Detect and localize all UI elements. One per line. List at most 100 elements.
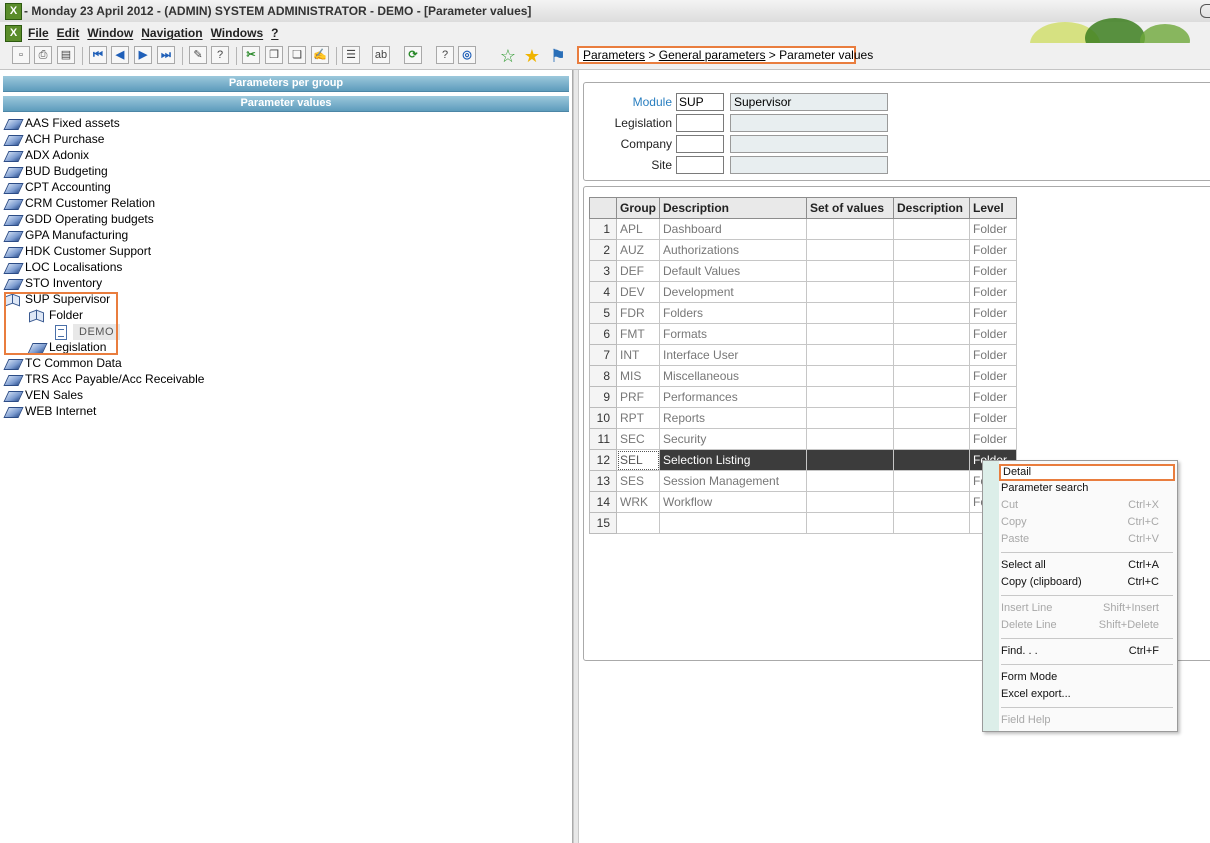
menu-app-icon[interactable]: X: [5, 25, 22, 42]
tree-item[interactable]: CPT Accounting: [3, 179, 111, 195]
cell-level[interactable]: Folder: [969, 386, 1017, 408]
table-row[interactable]: 10 RPT Reports Folder: [589, 407, 1017, 429]
tree-item[interactable]: AAS Fixed assets: [3, 115, 120, 131]
legislation-field[interactable]: [676, 114, 724, 132]
cell-group[interactable]: RPT: [616, 407, 660, 429]
cell-set[interactable]: [806, 281, 894, 303]
cell-set[interactable]: [806, 218, 894, 240]
cell-group[interactable]: FMT: [616, 323, 660, 345]
menu-item-form-mode[interactable]: Form Mode: [1001, 669, 1173, 686]
web-icon[interactable]: ◎: [458, 46, 476, 64]
tree-item[interactable]: GDD Operating budgets: [3, 211, 154, 227]
table-row[interactable]: 14 WRK Workflow Fo: [589, 491, 1017, 513]
table-row[interactable]: 12SELSelection ListingFolder: [589, 449, 1017, 471]
site-field[interactable]: [676, 156, 724, 174]
column-header-description[interactable]: Description: [659, 197, 807, 219]
paste-icon[interactable]: ❏: [288, 46, 306, 64]
signpost-icon[interactable]: ⚑: [548, 46, 568, 66]
cell-desc[interactable]: Interface User: [659, 344, 807, 366]
favorite-star-icon[interactable]: ★: [522, 46, 542, 66]
table-row[interactable]: 4 DEV Development Folder: [589, 281, 1017, 303]
cell-group[interactable]: DEV: [616, 281, 660, 303]
cell-desc[interactable]: Default Values: [659, 260, 807, 282]
table-row[interactable]: 1 APL Dashboard Folder: [589, 218, 1017, 240]
cell-desc[interactable]: Reports: [659, 407, 807, 429]
cell-set[interactable]: [806, 344, 894, 366]
module-field[interactable]: SUP: [676, 93, 724, 111]
cell-level[interactable]: Folder: [969, 323, 1017, 345]
ribbon-parameter-values[interactable]: Parameter values: [3, 96, 569, 112]
table-row[interactable]: 13 SES Session Management Fo: [589, 470, 1017, 492]
menu-file[interactable]: File: [28, 26, 49, 40]
tree-item[interactable]: CRM Customer Relation: [3, 195, 155, 211]
menu-item-copy[interactable]: Copy Ctrl+C: [1001, 514, 1173, 531]
cell-desc[interactable]: Workflow: [659, 491, 807, 513]
cell-group[interactable]: SEC: [616, 428, 660, 450]
breadcrumb-parameters-link[interactable]: Parameters: [583, 48, 645, 62]
menu-help[interactable]: ?: [271, 26, 278, 40]
tree-item[interactable]: STO Inventory: [3, 275, 102, 291]
menu-item-insert-line[interactable]: Insert Line Shift+Insert: [1001, 600, 1173, 617]
attachment-icon[interactable]: ✎: [189, 46, 207, 64]
menu-navigation[interactable]: Navigation: [141, 26, 202, 40]
cell-group[interactable]: DEF: [616, 260, 660, 282]
print-icon[interactable]: ⎙: [34, 46, 52, 64]
cell-desc2[interactable]: [893, 491, 970, 513]
tree-item[interactable]: ADX Adonix: [3, 147, 89, 163]
cell-group[interactable]: [616, 512, 660, 534]
cell-set[interactable]: [806, 323, 894, 345]
cell-group[interactable]: WRK: [616, 491, 660, 513]
table-row[interactable]: 8 MIS Miscellaneous Folder: [589, 365, 1017, 387]
menu-item-field-help[interactable]: Field Help: [1001, 712, 1173, 729]
cell-set[interactable]: [806, 470, 894, 492]
menu-item-find[interactable]: Find. . . Ctrl+F: [1001, 643, 1173, 660]
cell-desc2[interactable]: [893, 512, 970, 534]
tree-item[interactable]: ACH Purchase: [3, 131, 104, 147]
cell-desc2[interactable]: [893, 407, 970, 429]
company-field[interactable]: [676, 135, 724, 153]
cell-desc2[interactable]: [893, 365, 970, 387]
cell-desc[interactable]: Selection Listing: [659, 449, 807, 471]
menu-item-detail[interactable]: Detail: [999, 464, 1175, 481]
cell-desc2[interactable]: [893, 239, 970, 261]
cell-set[interactable]: [806, 449, 894, 471]
cell-level[interactable]: Folder: [969, 365, 1017, 387]
next-record-icon[interactable]: ▶: [134, 46, 152, 64]
table-row[interactable]: 5 FDR Folders Folder: [589, 302, 1017, 324]
tree-item[interactable]: BUD Budgeting: [3, 163, 108, 179]
tree-item[interactable]: GPA Manufacturing: [3, 227, 128, 243]
cell-set[interactable]: [806, 407, 894, 429]
table-row[interactable]: 9 PRF Performances Folder: [589, 386, 1017, 408]
cell-level[interactable]: Folder: [969, 344, 1017, 366]
window-control-icon[interactable]: [1200, 4, 1210, 18]
tree-item[interactable]: TC Common Data: [3, 355, 122, 371]
cell-desc[interactable]: Authorizations: [659, 239, 807, 261]
cell-desc[interactable]: Security: [659, 428, 807, 450]
cell-desc2[interactable]: [893, 449, 970, 471]
cell-desc2[interactable]: [893, 281, 970, 303]
cell-level[interactable]: Folder: [969, 407, 1017, 429]
cut-icon[interactable]: ✂: [242, 46, 260, 64]
cell-desc[interactable]: Folders: [659, 302, 807, 324]
table-row[interactable]: 15: [589, 512, 1017, 534]
cell-desc[interactable]: Dashboard: [659, 218, 807, 240]
cell-level[interactable]: Folder: [969, 302, 1017, 324]
menu-item-copy-clipboard[interactable]: Copy (clipboard) Ctrl+C: [1001, 574, 1173, 591]
cell-desc2[interactable]: [893, 260, 970, 282]
cell-group[interactable]: SEL: [616, 449, 660, 471]
column-header-level[interactable]: Level: [969, 197, 1017, 219]
cell-desc[interactable]: Development: [659, 281, 807, 303]
menu-item-parameter-search[interactable]: Parameter search: [1001, 480, 1173, 497]
menu-item-excel-export[interactable]: Excel export...: [1001, 686, 1173, 703]
breadcrumb-general-parameters-link[interactable]: General parameters: [659, 48, 766, 62]
cell-desc2[interactable]: [893, 344, 970, 366]
tree-item[interactable]: LOC Localisations: [3, 259, 122, 275]
menu-item-cut[interactable]: Cut Ctrl+X: [1001, 497, 1173, 514]
cell-level[interactable]: Folder: [969, 260, 1017, 282]
tree-item[interactable]: VEN Sales: [3, 387, 83, 403]
first-record-icon[interactable]: ⏮: [89, 46, 107, 64]
cell-level[interactable]: Folder: [969, 428, 1017, 450]
cell-desc2[interactable]: [893, 218, 970, 240]
cell-group[interactable]: MIS: [616, 365, 660, 387]
menu-edit[interactable]: Edit: [57, 26, 80, 40]
